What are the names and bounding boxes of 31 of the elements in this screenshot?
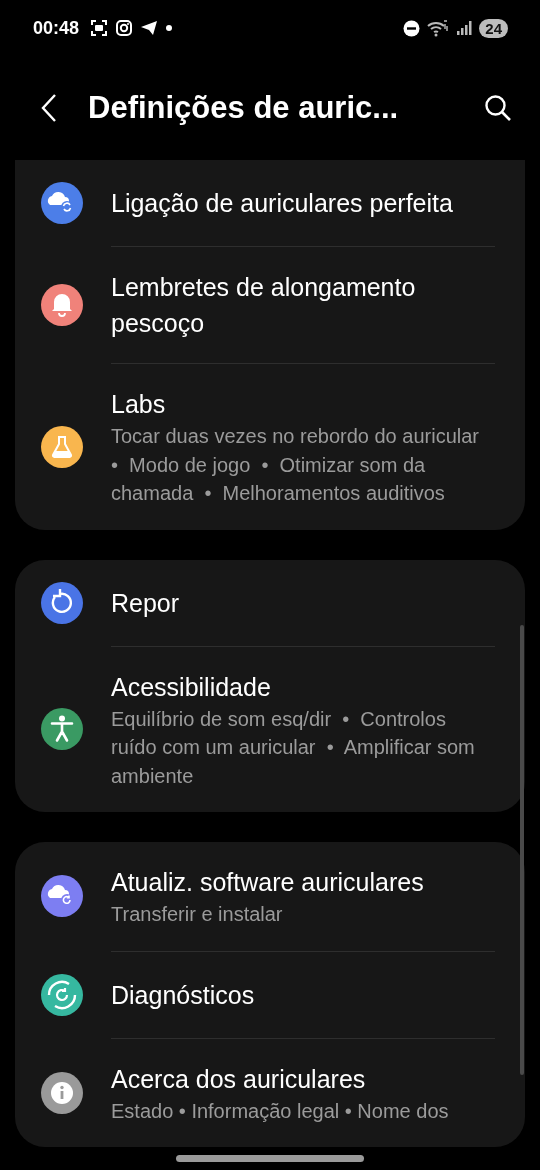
item-title: Repor bbox=[111, 587, 181, 619]
battery-level: 24 bbox=[479, 18, 508, 38]
item-title: Ligação de auriculares perfeita bbox=[111, 188, 454, 219]
gallery-icon bbox=[90, 19, 109, 37]
wifi-icon bbox=[427, 19, 450, 37]
settings-item[interactable]: Atualiz. software auriculares Transferir e instalar bbox=[41, 842, 495, 951]
item-title: Diagnósticos bbox=[111, 979, 256, 1011]
item-summary: Estado • Informação legal • Nome dos bbox=[111, 1098, 450, 1124]
do-not-disturb-icon bbox=[403, 19, 421, 37]
settings-item[interactable]: Diagnósticos bbox=[111, 950, 495, 1038]
item-title: Atualiz. software auriculares bbox=[111, 867, 425, 898]
item-title: Acerca dos auriculares bbox=[111, 1063, 367, 1095]
item-title: Acessibilidade bbox=[111, 671, 272, 703]
item-summary: Equilíbrio de som esq/dir • Controlos ruído com um auricular • Amplificar som ambiente bbox=[111, 706, 476, 789]
notification-dot-icon bbox=[165, 24, 174, 32]
item-summary: Transferir e instalar bbox=[111, 902, 284, 927]
clock-time: 00:48 bbox=[33, 17, 80, 39]
settings-item[interactable]: Lembretes de alongamento pescoço bbox=[111, 246, 495, 363]
settings-item[interactable]: Ligação de auriculares perfeita bbox=[41, 160, 495, 246]
item-summary: Tocar duas vezes no rebordo do auricular • Modo de jogo • Otimizar som da chamada • Melhoramentos auditivos bbox=[111, 424, 480, 506]
signal-icon bbox=[456, 20, 473, 36]
item-title: Lembretes de alongamento pescoço bbox=[111, 272, 417, 339]
send-icon bbox=[140, 19, 159, 37]
settings-item[interactable]: Repor bbox=[41, 559, 495, 646]
settings-item[interactable]: Acessibilidade Equilíbrio de som esq/dir • Controlos ruído com um auricular • Amplificar som ambiente bbox=[111, 645, 495, 812]
scrollbar[interactable] bbox=[520, 625, 524, 1075]
settings-item[interactable]: Acerca dos auriculares Estado • Informação legal • Nome dos bbox=[111, 1037, 495, 1147]
settings-item[interactable]: Labs Tocar duas vezes no rebordo do auricular • Modo de jogo • Otimizar som da chamada • Melhoramentos auditivos bbox=[111, 363, 495, 530]
screen-title: Definições de auric... bbox=[88, 90, 400, 126]
camera-app-icon bbox=[115, 19, 134, 37]
item-title: Labs bbox=[111, 389, 167, 420]
